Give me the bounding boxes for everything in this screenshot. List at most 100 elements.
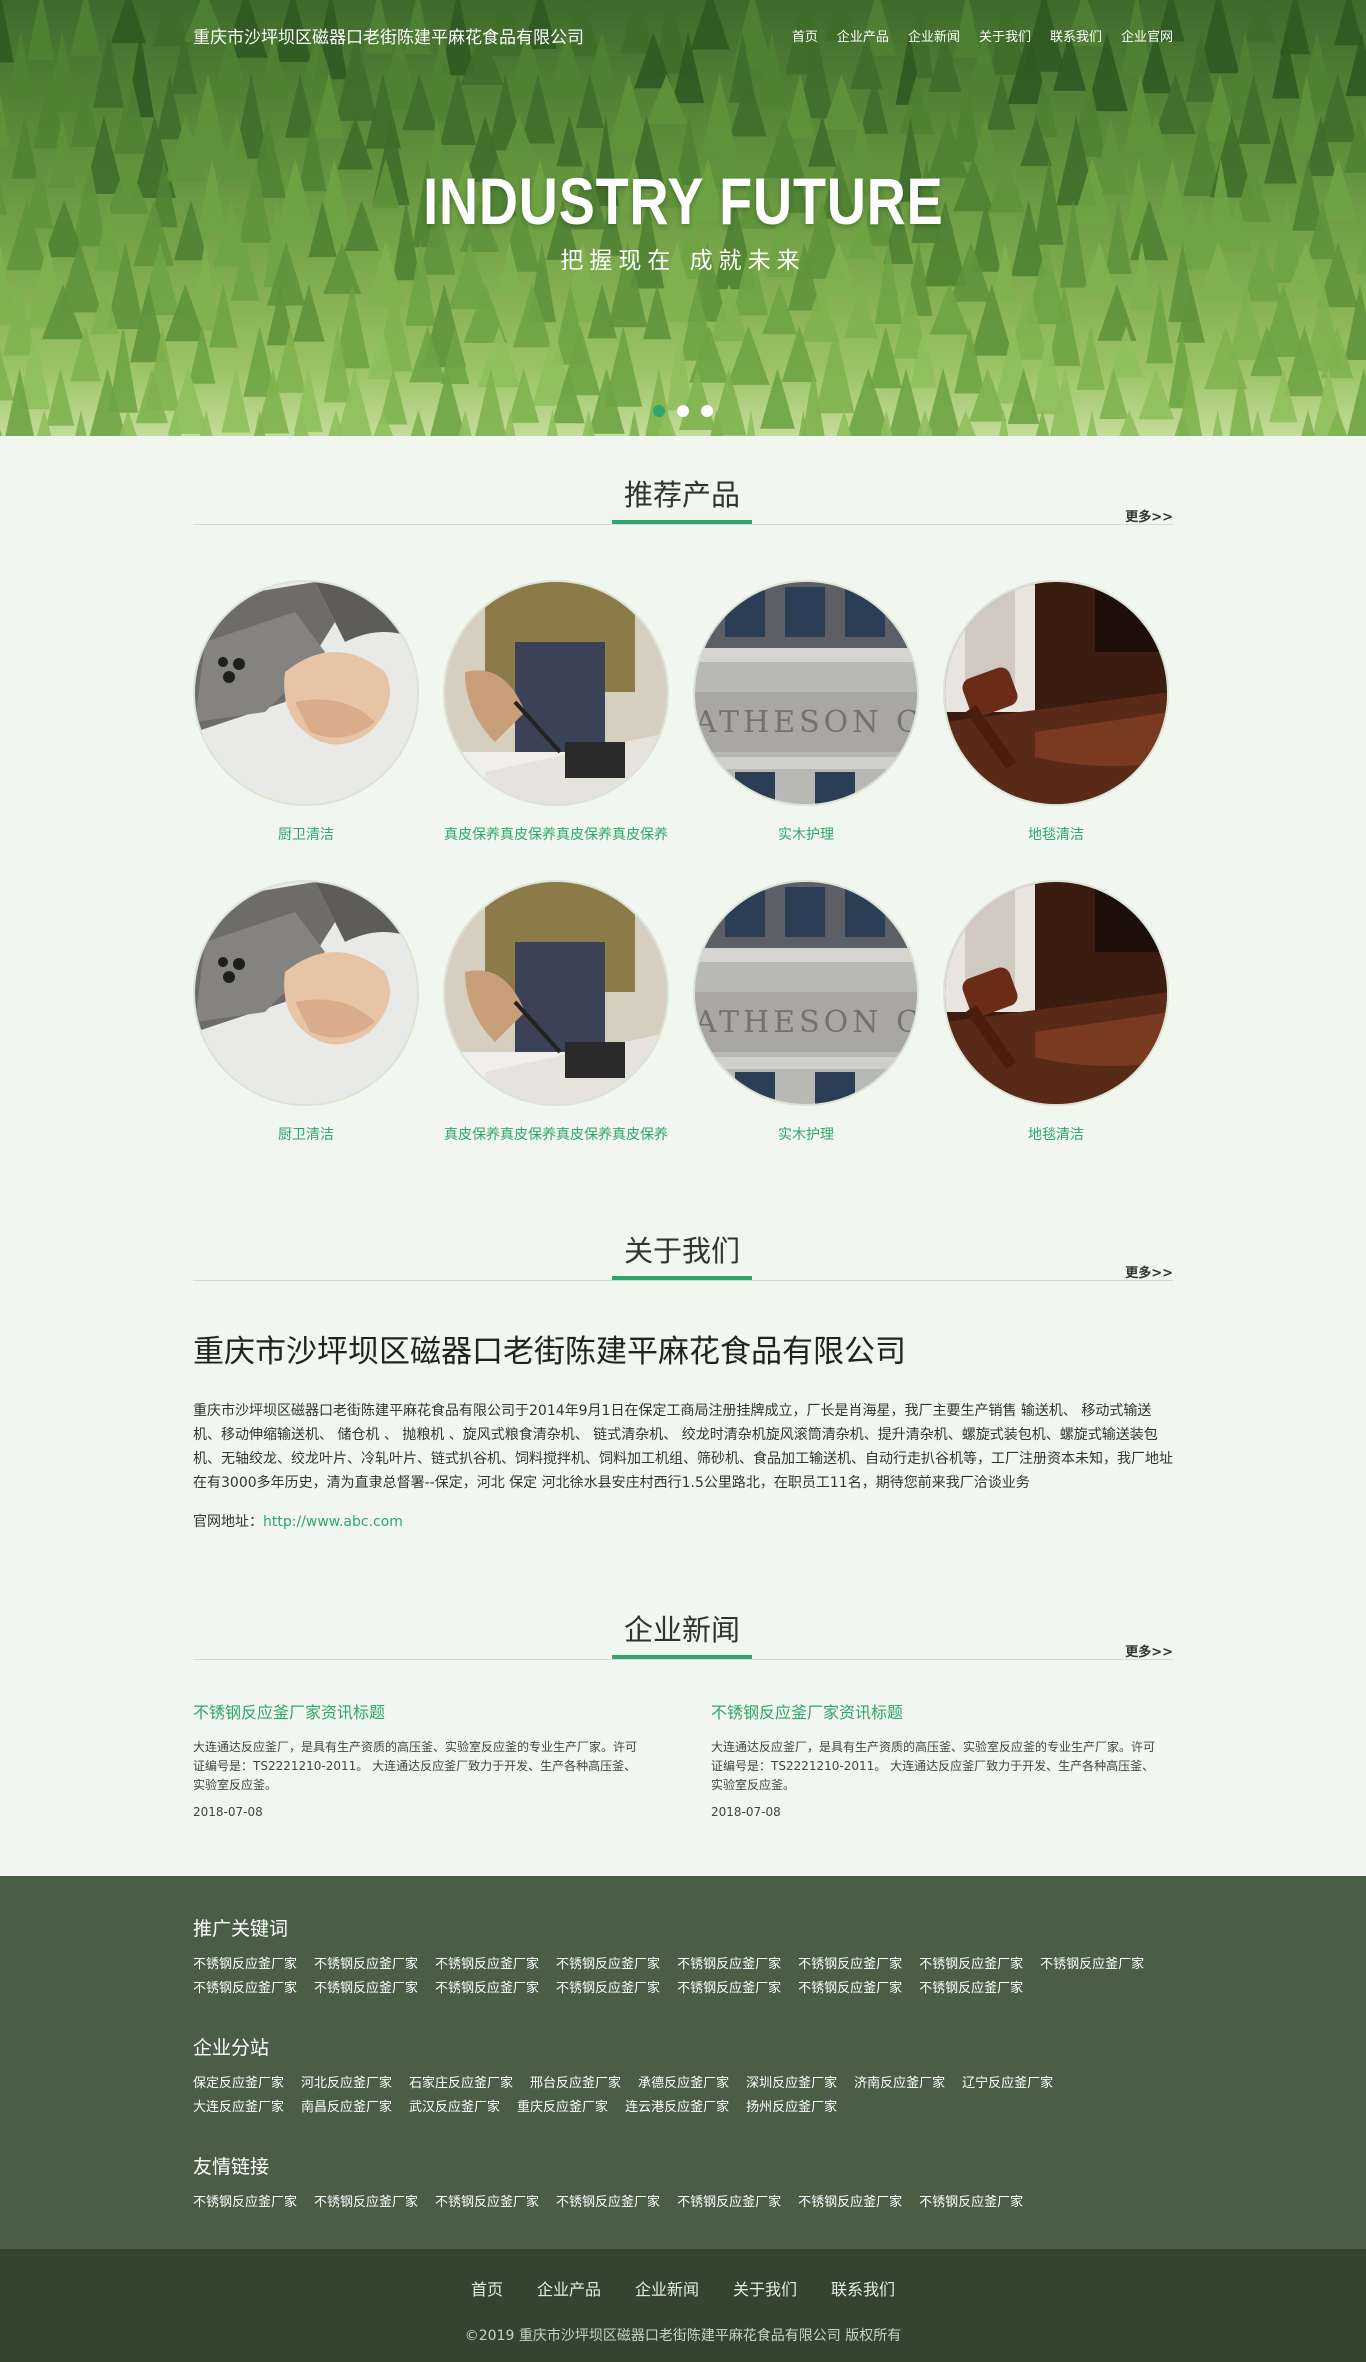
product-card[interactable]: ATHESON C 实木护理 xyxy=(693,880,919,1144)
footer-nav-contact[interactable]: 联系我们 xyxy=(831,2276,895,2300)
product-card[interactable]: ATHESON C 实木护理 xyxy=(693,580,919,844)
product-image[interactable] xyxy=(943,580,1169,806)
keyword-link[interactable]: 不锈钢反应釜厂家 xyxy=(314,1977,418,2001)
nav-news[interactable]: 企业新闻 xyxy=(908,26,960,45)
news-header: 企业新闻 更多>> xyxy=(193,1571,1173,1663)
footer: 首页 企业产品 企业新闻 关于我们 联系我们 ©2019 重庆市沙坪坝区磁器口老… xyxy=(0,2249,1366,2362)
section-title: 关于我们 xyxy=(623,1234,740,1268)
keyword-link[interactable]: 不锈钢反应釜厂家 xyxy=(556,1953,660,1977)
keyword-link[interactable]: 不锈钢反应釜厂家 xyxy=(193,1977,297,2001)
footer-nav-news[interactable]: 企业新闻 xyxy=(635,2276,699,2300)
keyword-link[interactable]: 不锈钢反应釜厂家 xyxy=(556,1977,660,2001)
news-more-link[interactable]: 更多>> xyxy=(1125,1641,1173,1660)
product-name[interactable]: 实木护理 xyxy=(693,824,919,844)
footer-nav: 首页 企业产品 企业新闻 关于我们 联系我们 xyxy=(0,2276,1366,2300)
branch-link[interactable]: 河北反应釜厂家 xyxy=(301,2072,392,2096)
products-header: 推荐产品 更多>> xyxy=(193,436,1173,528)
keyword-link[interactable]: 不锈钢反应釜厂家 xyxy=(798,1953,902,1977)
friend-link[interactable]: 不锈钢反应釜厂家 xyxy=(314,2191,418,2215)
nav-contact[interactable]: 联系我们 xyxy=(1050,26,1102,45)
product-image[interactable] xyxy=(443,580,669,806)
nav-about[interactable]: 关于我们 xyxy=(979,26,1031,45)
branch-link[interactable]: 武汉反应釜厂家 xyxy=(409,2096,500,2120)
product-image[interactable]: ATHESON C xyxy=(693,580,919,806)
site-name[interactable]: 重庆市沙坪坝区磁器口老街陈建平麻花食品有限公司 xyxy=(193,23,584,48)
product-name[interactable]: 实木护理 xyxy=(693,1124,919,1144)
website-link[interactable]: http://www.abc.com xyxy=(263,1514,403,1530)
friend-link[interactable]: 不锈钢反应釜厂家 xyxy=(193,2191,297,2215)
news-date: 2018-07-08 xyxy=(711,1805,781,1819)
branch-link[interactable]: 连云港反应釜厂家 xyxy=(625,2096,729,2120)
slider-dot-3[interactable] xyxy=(701,405,713,417)
footer-nav-about[interactable]: 关于我们 xyxy=(733,2276,797,2300)
section-title: 推荐产品 xyxy=(623,478,740,512)
news-date: 2018-07-08 xyxy=(193,1805,263,1819)
branches-list: 保定反应釜厂家 河北反应釜厂家 石家庄反应釜厂家 邢台反应釜厂家 承德反应釜厂家 深圳反应… xyxy=(193,2072,1173,2120)
branch-link[interactable]: 承德反应釜厂家 xyxy=(638,2072,729,2096)
friend-link[interactable]: 不锈钢反应釜厂家 xyxy=(677,2191,781,2215)
about-description: 重庆市沙坪坝区磁器口老街陈建平麻花食品有限公司于2014年9月1日在保定工商局注… xyxy=(193,1403,1173,1491)
product-image[interactable] xyxy=(443,880,669,1106)
friend-link[interactable]: 不锈钢反应釜厂家 xyxy=(919,2191,1023,2215)
footer-nav-products[interactable]: 企业产品 xyxy=(537,2276,601,2300)
product-name[interactable]: 真皮保养真皮保养真皮保养真皮保养 xyxy=(443,824,669,844)
branch-link[interactable]: 保定反应釜厂家 xyxy=(193,2072,284,2096)
news-title-link[interactable]: 不锈钢反应釜厂家资讯标题 xyxy=(711,1699,1166,1723)
product-card[interactable]: 厨卫清洁 xyxy=(193,580,419,844)
keyword-link[interactable]: 不锈钢反应釜厂家 xyxy=(798,1977,902,2001)
news-item: 不锈钢反应釜厂家资讯标题 大连通达反应釜厂，是具有生产资质的高压釜、实验室反应釜… xyxy=(711,1699,1166,1819)
nav-home[interactable]: 首页 xyxy=(792,26,818,45)
keyword-link[interactable]: 不锈钢反应釜厂家 xyxy=(919,1977,1023,2001)
hero-subtitle: 把握现在 成就未来 xyxy=(560,248,806,274)
company-name: 重庆市沙坪坝区磁器口老街陈建平麻花食品有限公司 xyxy=(193,1334,906,1370)
product-image[interactable] xyxy=(943,880,1169,1106)
product-card[interactable]: 地毯清洁 xyxy=(943,880,1169,1144)
section-title: 企业新闻 xyxy=(623,1613,740,1647)
news-title-link[interactable]: 不锈钢反应釜厂家资讯标题 xyxy=(193,1699,648,1723)
footer-nav-home[interactable]: 首页 xyxy=(471,2276,503,2300)
keyword-link[interactable]: 不锈钢反应釜厂家 xyxy=(314,1953,418,1977)
footer-links-area: 推广关键词 不锈钢反应釜厂家 不锈钢反应釜厂家 不锈钢反应釜厂家 不锈钢反应釜厂家 不锈… xyxy=(0,1876,1366,2249)
branch-link[interactable]: 石家庄反应釜厂家 xyxy=(409,2072,513,2096)
branches-title: 企业分站 xyxy=(193,2037,270,2059)
keyword-link[interactable]: 不锈钢反应釜厂家 xyxy=(193,1953,297,1977)
branch-link[interactable]: 邢台反应釜厂家 xyxy=(530,2072,621,2096)
branch-link[interactable]: 济南反应釜厂家 xyxy=(854,2072,945,2096)
product-name[interactable]: 地毯清洁 xyxy=(943,824,1169,844)
keyword-link[interactable]: 不锈钢反应釜厂家 xyxy=(677,1977,781,2001)
slider-dot-1[interactable] xyxy=(653,405,665,417)
keyword-link[interactable]: 不锈钢反应釜厂家 xyxy=(1040,1953,1144,1977)
keyword-link[interactable]: 不锈钢反应釜厂家 xyxy=(435,1953,539,1977)
product-name[interactable]: 地毯清洁 xyxy=(943,1124,1169,1144)
product-card[interactable]: 真皮保养真皮保养真皮保养真皮保养 xyxy=(443,880,669,1144)
keyword-link[interactable]: 不锈钢反应釜厂家 xyxy=(677,1953,781,1977)
nav-official-site[interactable]: 企业官网 xyxy=(1121,26,1173,45)
product-image[interactable] xyxy=(193,580,419,806)
slider-dots xyxy=(0,405,1366,417)
product-card[interactable]: 地毯清洁 xyxy=(943,580,1169,844)
products-more-link[interactable]: 更多>> xyxy=(1125,506,1173,525)
friend-link[interactable]: 不锈钢反应釜厂家 xyxy=(556,2191,660,2215)
product-card[interactable]: 真皮保养真皮保养真皮保养真皮保养 xyxy=(443,580,669,844)
about-more-link[interactable]: 更多>> xyxy=(1125,1262,1173,1281)
keyword-link[interactable]: 不锈钢反应釜厂家 xyxy=(435,1977,539,2001)
branch-link[interactable]: 深圳反应釜厂家 xyxy=(746,2072,837,2096)
friend-link[interactable]: 不锈钢反应釜厂家 xyxy=(435,2191,539,2215)
branch-link[interactable]: 重庆反应釜厂家 xyxy=(517,2096,608,2120)
keyword-link[interactable]: 不锈钢反应釜厂家 xyxy=(919,1953,1023,1977)
product-name[interactable]: 厨卫清洁 xyxy=(193,1124,419,1144)
news-section: 企业新闻 更多>> 不锈钢反应釜厂家资讯标题 大连通达反应釜厂，是具有生产资质的… xyxy=(193,1571,1173,1819)
branch-link[interactable]: 扬州反应釜厂家 xyxy=(746,2096,837,2120)
friend-link[interactable]: 不锈钢反应釜厂家 xyxy=(798,2191,902,2215)
product-image[interactable] xyxy=(193,880,419,1106)
branch-link[interactable]: 辽宁反应釜厂家 xyxy=(962,2072,1053,2096)
product-name[interactable]: 真皮保养真皮保养真皮保养真皮保养 xyxy=(443,1124,669,1144)
slider-dot-2[interactable] xyxy=(677,405,689,417)
nav-products[interactable]: 企业产品 xyxy=(837,26,889,45)
product-name[interactable]: 厨卫清洁 xyxy=(193,824,419,844)
svg-text:ATHESON C: ATHESON C xyxy=(695,1005,919,1040)
branch-link[interactable]: 大连反应釜厂家 xyxy=(193,2096,284,2120)
branch-link[interactable]: 南昌反应釜厂家 xyxy=(301,2096,392,2120)
product-card[interactable]: 厨卫清洁 xyxy=(193,880,419,1144)
product-image[interactable]: ATHESON C xyxy=(693,880,919,1106)
